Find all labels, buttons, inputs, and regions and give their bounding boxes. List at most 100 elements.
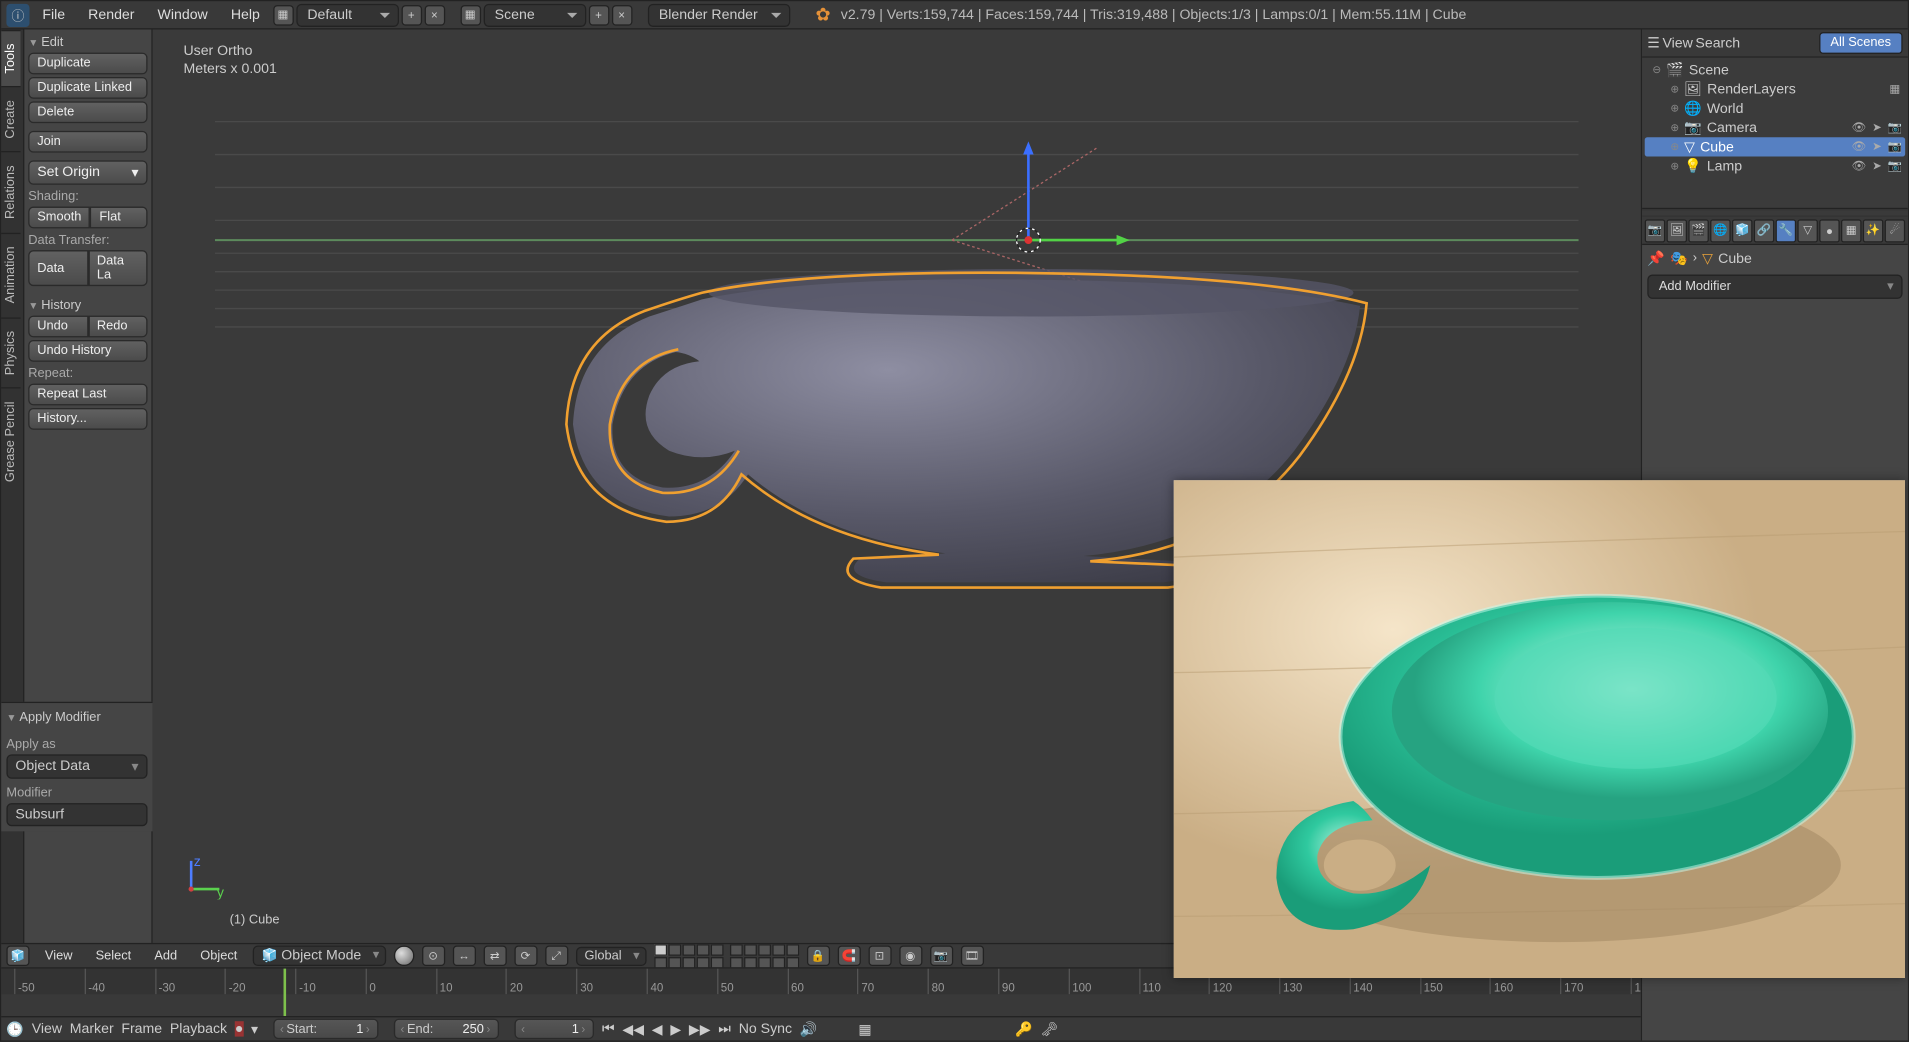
outliner-display-mode[interactable]: All Scenes <box>1819 32 1903 54</box>
outliner-toggle-icon[interactable]: 👁 <box>1851 158 1866 173</box>
outliner-view-menu[interactable]: View <box>1663 35 1693 50</box>
outliner-row[interactable]: ⊕🖼RenderLayers▦ <box>1645 80 1905 99</box>
object-menu[interactable]: Object <box>193 946 245 965</box>
shade-smooth-button[interactable]: Smooth <box>28 207 90 229</box>
redo-button[interactable]: Redo <box>88 316 148 338</box>
start-frame-field[interactable]: Start:1 <box>274 1019 379 1040</box>
manipulator-toggle-icon[interactable]: ↔ <box>452 946 475 967</box>
scale-manip-icon[interactable]: ⤢ <box>545 946 568 967</box>
mode-dropdown[interactable]: 🧊 Object Mode <box>253 946 386 967</box>
data-button[interactable]: Data <box>28 250 88 286</box>
prop-physics-icon[interactable]: ☄ <box>1885 219 1906 242</box>
modifier-field[interactable]: Subsurf <box>6 803 147 826</box>
tl-frame-menu[interactable]: Frame <box>121 1021 162 1036</box>
play-reverse-icon[interactable]: ◀ <box>652 1021 663 1038</box>
outliner-toggle-icon[interactable]: 📷 <box>1887 120 1902 135</box>
prop-object-icon[interactable]: 🧊 <box>1732 219 1753 242</box>
outliner-row[interactable]: ⊕▽Cube👁➤📷 <box>1645 137 1905 156</box>
end-frame-field[interactable]: End:250 <box>394 1019 499 1040</box>
undo-history-button[interactable]: Undo History <box>28 340 147 362</box>
keying-set-browse-icon[interactable]: ▦ <box>858 1021 871 1038</box>
tab-relations[interactable]: Relations <box>1 152 20 232</box>
prop-particles-icon[interactable]: ✨ <box>1863 219 1884 242</box>
outliner-toggle-icon[interactable]: 📷 <box>1887 158 1902 173</box>
join-button[interactable]: Join <box>28 131 147 153</box>
outliner-toggle-icon[interactable]: ➤ <box>1869 120 1884 135</box>
tab-grease-pencil[interactable]: Grease Pencil <box>1 387 20 495</box>
screen-delete-icon[interactable]: × <box>424 4 445 25</box>
outliner-row[interactable]: ⊕💡Lamp👁➤📷 <box>1645 157 1905 176</box>
prop-constraints-icon[interactable]: 🔗 <box>1754 219 1775 242</box>
delete-button[interactable]: Delete <box>28 101 147 123</box>
history-button[interactable]: History... <box>28 408 147 430</box>
tab-tools[interactable]: Tools <box>1 30 20 87</box>
outliner-editor-icon[interactable]: ☰ <box>1647 35 1660 52</box>
screen-layout-dropdown[interactable]: Default <box>296 3 399 26</box>
translate-manip-icon[interactable]: ⇄ <box>483 946 506 967</box>
snap-toggle-icon[interactable]: 🧲 <box>837 946 860 967</box>
render-engine-dropdown[interactable]: Blender Render <box>647 3 789 26</box>
rotate-manip-icon[interactable]: ⟳ <box>514 946 537 967</box>
tab-physics[interactable]: Physics <box>1 316 20 387</box>
apply-as-dropdown[interactable]: Object Data <box>6 754 147 778</box>
scene-delete-icon[interactable]: × <box>611 4 632 25</box>
keyframe-prev-icon[interactable]: ◀◀ <box>622 1021 644 1038</box>
prop-data-icon[interactable]: ▽ <box>1797 219 1818 242</box>
outliner-row[interactable]: ⊖🎬Scene <box>1645 60 1905 79</box>
prop-world-icon[interactable]: 🌐 <box>1710 219 1731 242</box>
prop-texture-icon[interactable]: ▦ <box>1841 219 1862 242</box>
repeat-last-button[interactable]: Repeat Last <box>28 384 147 406</box>
menu-window[interactable]: Window <box>147 4 218 25</box>
shade-flat-button[interactable]: Flat <box>90 207 147 229</box>
outliner-toggle-icon[interactable]: ➤ <box>1869 139 1884 154</box>
key-delete-icon[interactable]: 🗝 <box>1041 1021 1059 1038</box>
scene-browse-icon[interactable]: ▦ <box>460 4 481 25</box>
screen-browse-icon[interactable]: ▦ <box>273 4 294 25</box>
layers-grid[interactable] <box>654 944 799 968</box>
outliner-toggle-icon[interactable]: 👁 <box>1851 139 1866 154</box>
orientation-dropdown[interactable]: Global <box>576 946 646 965</box>
autokey-icon[interactable]: ● <box>235 1021 244 1036</box>
outliner-toggle-icon[interactable]: ➤ <box>1869 158 1884 173</box>
select-menu[interactable]: Select <box>88 946 139 965</box>
prop-scene-icon[interactable]: 🎬 <box>1688 219 1709 242</box>
autokey-mode-icon[interactable]: ▾ <box>251 1021 258 1038</box>
pivot-dropdown-icon[interactable]: ⊙ <box>422 946 445 967</box>
timeline-cursor[interactable] <box>284 969 287 1016</box>
proportional-edit-icon[interactable]: ◉ <box>899 946 922 967</box>
speaker-icon[interactable]: 🔊 <box>800 1021 818 1038</box>
render-anim-icon[interactable]: 🎞 <box>960 946 983 967</box>
view-menu[interactable]: View <box>37 946 80 965</box>
info-editor-icon[interactable]: ⓘ <box>6 3 29 26</box>
menu-render[interactable]: Render <box>78 4 145 25</box>
outliner-toggle-icon[interactable]: ▦ <box>1887 81 1902 96</box>
data-layout-button[interactable]: Data La <box>88 250 148 286</box>
menu-help[interactable]: Help <box>221 4 271 25</box>
current-frame-field[interactable]: 1 <box>515 1019 595 1040</box>
key-insert-icon[interactable]: 🔑 <box>1015 1021 1033 1038</box>
tl-marker-menu[interactable]: Marker <box>70 1021 114 1036</box>
lock-camera-icon[interactable]: 🔒 <box>806 946 829 967</box>
duplicate-button[interactable]: Duplicate <box>28 53 147 75</box>
outliner-toggle-icon[interactable]: 📷 <box>1887 139 1902 154</box>
set-origin-dropdown[interactable]: Set Origin▾ <box>28 160 147 184</box>
shading-solid-icon[interactable] <box>393 946 414 967</box>
outliner-row[interactable]: ⊕🌐World <box>1645 99 1905 118</box>
outliner-search-menu[interactable]: Search <box>1695 35 1740 50</box>
screen-add-icon[interactable]: + <box>401 4 422 25</box>
undo-button[interactable]: Undo <box>28 316 88 338</box>
tl-view-menu[interactable]: View <box>32 1021 62 1036</box>
editor-type-icon[interactable]: 🧊 <box>6 946 29 967</box>
add-menu[interactable]: Add <box>147 946 185 965</box>
tl-playback-menu[interactable]: Playback <box>170 1021 227 1036</box>
outliner-row[interactable]: ⊕📷Camera👁➤📷 <box>1645 118 1905 137</box>
prop-render-icon[interactable]: 📷 <box>1645 219 1666 242</box>
tab-create[interactable]: Create <box>1 86 20 151</box>
prop-renderlayers-icon[interactable]: 🖼 <box>1667 219 1688 242</box>
menu-file[interactable]: File <box>32 4 75 25</box>
duplicate-linked-button[interactable]: Duplicate Linked <box>28 77 147 99</box>
scene-add-icon[interactable]: + <box>588 4 609 25</box>
play-icon[interactable]: ▶ <box>670 1021 681 1038</box>
tab-animation[interactable]: Animation <box>1 232 20 316</box>
jump-end-icon[interactable]: ⏭ <box>718 1021 731 1038</box>
